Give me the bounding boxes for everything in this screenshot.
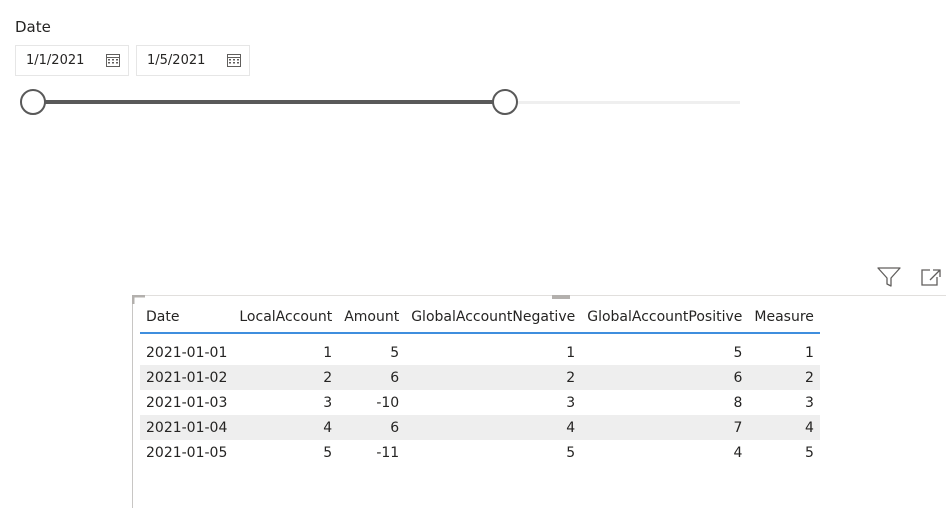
end-date-value: 1/5/2021 (147, 53, 206, 68)
cell-measure: 3 (804, 394, 814, 411)
cell-localaccount: 2 (233, 365, 339, 390)
start-date-value: 1/1/2021 (26, 53, 85, 68)
cell-measure: 2 (748, 365, 820, 390)
cell-globalaccountpositive: 8 (733, 394, 743, 411)
cell-globalaccountnegative: 4 (405, 415, 582, 440)
cell-measure: 4 (748, 415, 820, 440)
focus-mode-icon[interactable] (918, 265, 944, 289)
cell-date: 2021-01-01 (146, 344, 228, 361)
cell-globalaccountpositive: 7 (581, 415, 749, 440)
visual-border-left (132, 295, 133, 508)
table-header-row: Date LocalAccount Amount GlobalAccountNe… (140, 302, 820, 333)
column-header-localaccount[interactable]: LocalAccount (233, 302, 338, 333)
calendar-icon[interactable] (106, 54, 120, 67)
column-header-date[interactable]: Date (140, 302, 233, 333)
cell-amount: -10 (376, 394, 400, 411)
start-date-input[interactable]: 1/1/2021 (15, 45, 129, 76)
column-header-measure[interactable]: Measure (748, 302, 820, 333)
resize-top-handle[interactable] (552, 295, 570, 299)
cell-globalaccountpositive: 4 (733, 444, 743, 461)
slider-end-handle[interactable] (492, 89, 518, 115)
cell-globalaccountnegative: 1 (566, 344, 576, 361)
cell-date: 2021-01-04 (140, 415, 234, 440)
cell-globalaccountnegative: 3 (566, 394, 576, 411)
cell-measure: 5 (804, 444, 814, 461)
column-header-globalaccountnegative[interactable]: GlobalAccountNegative (405, 302, 581, 333)
date-slicer-title: Date (15, 18, 51, 36)
table-row[interactable]: 2021-01-05 5 -11 5 4 5 (140, 440, 820, 465)
cell-globalaccountnegative: 5 (566, 444, 576, 461)
cell-amount: 6 (338, 365, 406, 390)
cell-localaccount: 5 (323, 444, 333, 461)
cell-globalaccountpositive: 5 (733, 344, 743, 361)
filter-icon[interactable] (876, 265, 902, 289)
cell-globalaccountnegative: 2 (405, 365, 582, 390)
slider-selected-range (34, 100, 506, 104)
table-row[interactable]: 2021-01-04 4 6 4 7 4 (140, 415, 820, 440)
cell-date: 2021-01-02 (140, 365, 234, 390)
cell-date: 2021-01-03 (146, 394, 228, 411)
table-row[interactable]: 2021-01-02 2 6 2 6 2 (140, 365, 820, 390)
visual-border-top (132, 295, 946, 296)
cell-amount: 5 (390, 344, 400, 361)
cell-measure: 1 (804, 344, 814, 361)
end-date-input[interactable]: 1/5/2021 (136, 45, 250, 76)
column-header-amount[interactable]: Amount (338, 302, 405, 333)
table-row[interactable]: 2021-01-03 3 -10 3 8 3 (140, 390, 820, 415)
cell-localaccount: 3 (323, 394, 333, 411)
data-table: Date LocalAccount Amount GlobalAccountNe… (140, 302, 820, 465)
table-row[interactable]: 2021-01-01 1 5 1 5 1 (140, 333, 820, 365)
cell-localaccount: 4 (233, 415, 339, 440)
cell-globalaccountpositive: 6 (581, 365, 749, 390)
cell-amount: 6 (338, 415, 406, 440)
slider-start-handle[interactable] (20, 89, 46, 115)
cell-date: 2021-01-05 (146, 444, 228, 461)
cell-localaccount: 1 (323, 344, 333, 361)
cell-amount: -11 (376, 444, 400, 461)
column-header-globalaccountpositive[interactable]: GlobalAccountPositive (581, 302, 748, 333)
calendar-icon[interactable] (227, 54, 241, 67)
